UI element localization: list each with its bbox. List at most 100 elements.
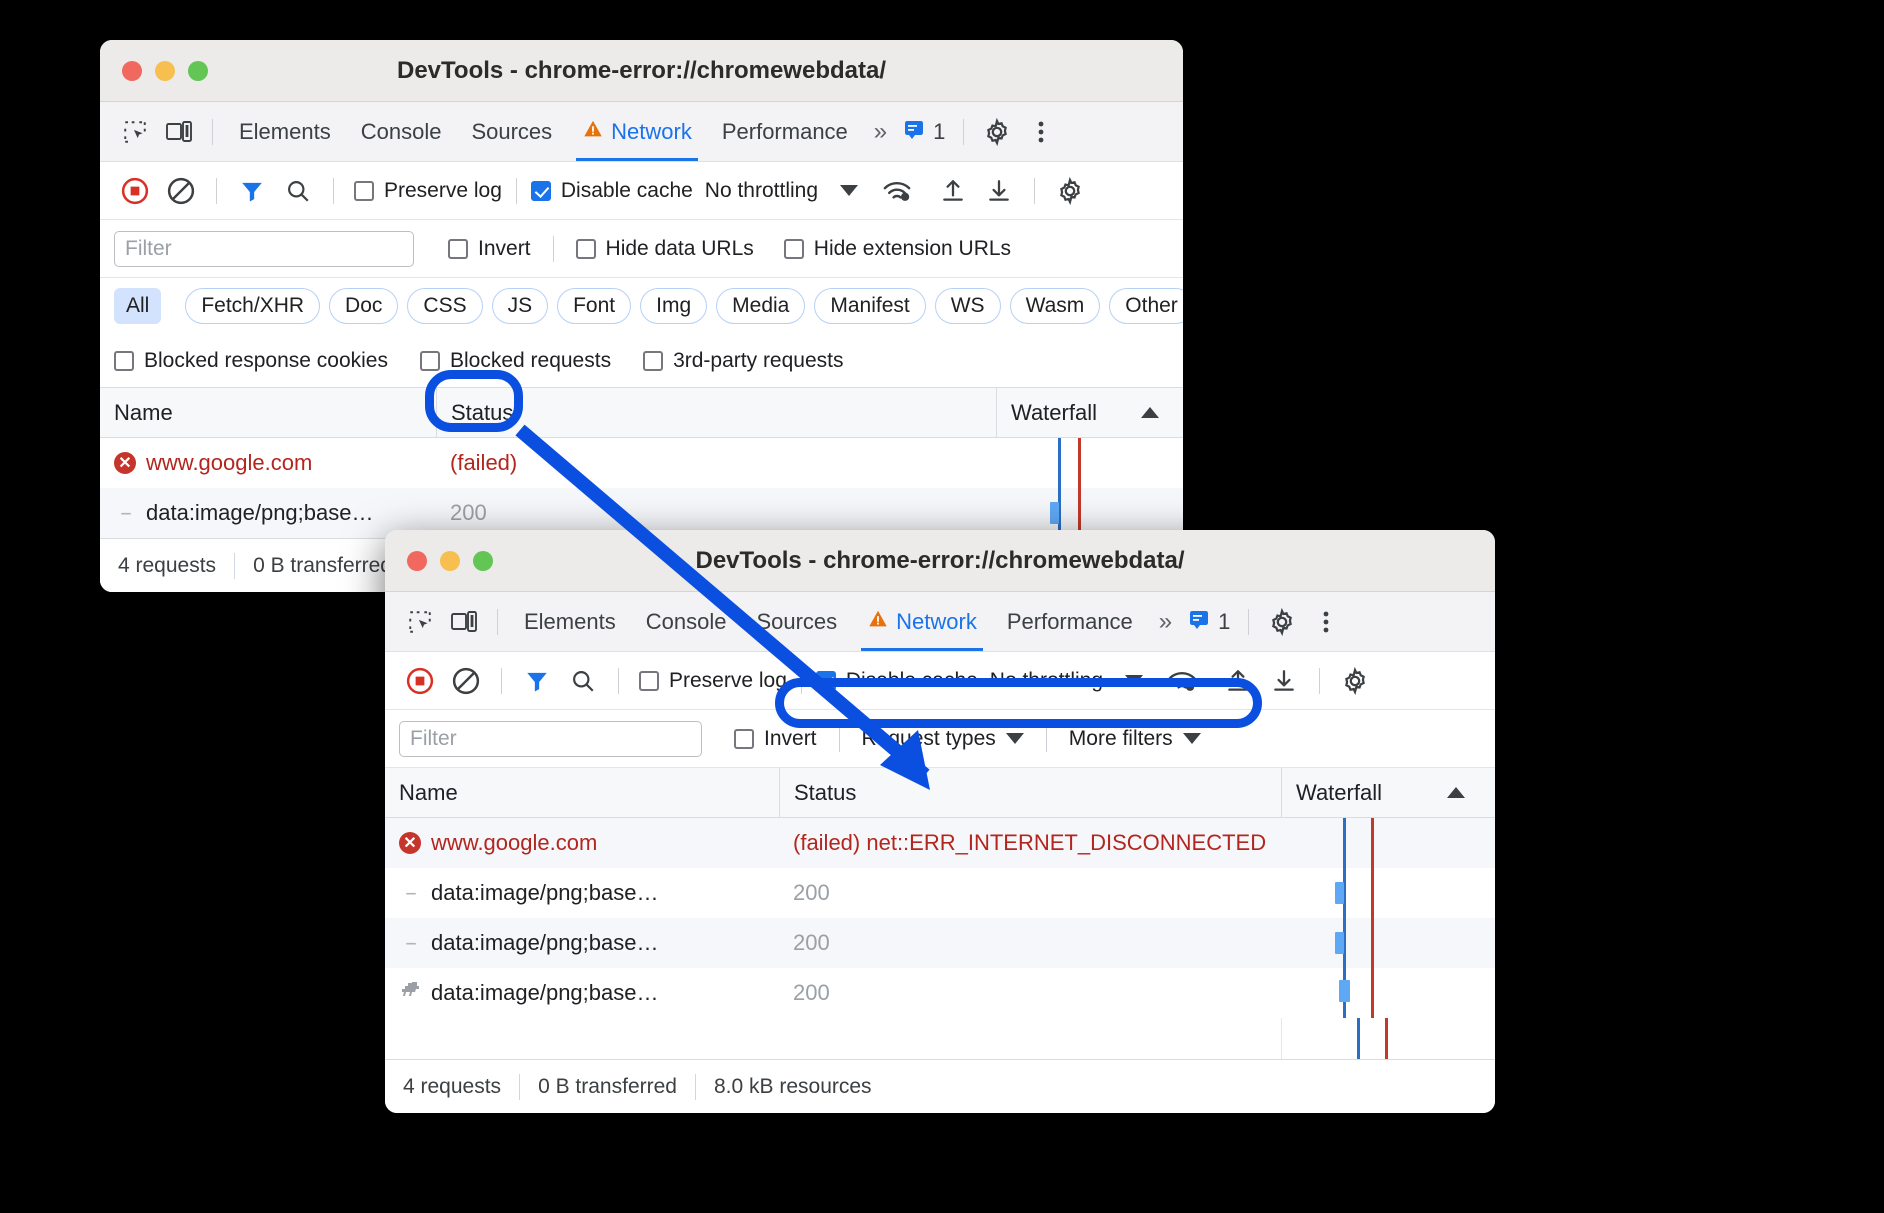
console-message-count[interactable]: 1	[896, 117, 951, 147]
more-options-icon[interactable]	[1305, 601, 1347, 643]
blocked-requests-checkbox[interactable]: Blocked requests	[420, 349, 611, 373]
invert-box[interactable]	[448, 239, 468, 259]
throttling-chevron-down-icon[interactable]	[840, 185, 858, 196]
column-header-waterfall[interactable]: Waterfall	[1281, 768, 1495, 817]
tab-network[interactable]: Network	[568, 103, 706, 161]
minimize-window-button[interactable]	[440, 551, 460, 571]
tab-performance[interactable]: Performance	[708, 103, 862, 161]
request-table-header-front[interactable]: Name Status Waterfall	[385, 768, 1495, 818]
maximize-window-button[interactable]	[188, 61, 208, 81]
hide-extension-urls-checkbox[interactable]: Hide extension URLs	[784, 237, 1011, 261]
type-pill-css[interactable]: CSS	[407, 288, 482, 324]
filter-funnel-icon[interactable]	[516, 660, 558, 702]
type-pill-doc[interactable]: Doc	[329, 288, 398, 324]
filter-bar-back[interactable]: Filter Invert Hide data URLs Hide extens…	[100, 220, 1183, 278]
extra-filter-checkboxes[interactable]: Blocked response cookies Blocked request…	[100, 334, 1183, 388]
search-icon[interactable]	[562, 660, 604, 702]
clear-network-log-icon[interactable]	[160, 170, 202, 212]
import-har-icon[interactable]	[1217, 660, 1259, 702]
column-header-waterfall[interactable]: Waterfall	[996, 388, 1183, 437]
request-table-header-back[interactable]: Name Status Waterfall	[100, 388, 1183, 438]
inspect-element-icon[interactable]	[399, 601, 441, 643]
type-pill-js[interactable]: JS	[492, 288, 549, 324]
type-pill-all[interactable]: All	[114, 288, 161, 324]
disable-cache-checkbox[interactable]: Disable cache	[816, 669, 978, 693]
search-icon[interactable]	[277, 170, 319, 212]
more-filters-dropdown[interactable]: More filters	[1069, 727, 1201, 751]
table-row[interactable]: -- data:image/png;base… 200	[385, 868, 1495, 918]
traffic-lights-back[interactable]	[100, 61, 208, 81]
settings-gear-icon[interactable]	[1261, 601, 1303, 643]
disable-cache-box[interactable]	[816, 671, 836, 691]
export-har-icon[interactable]	[1263, 660, 1305, 702]
type-pill-fetch-xhr[interactable]: Fetch/XHR	[185, 288, 320, 324]
import-har-icon[interactable]	[932, 170, 974, 212]
minimize-window-button[interactable]	[155, 61, 175, 81]
close-window-button[interactable]	[122, 61, 142, 81]
hide-data-urls-checkbox[interactable]: Hide data URLs	[576, 237, 754, 261]
network-settings-gear-icon[interactable]	[1334, 660, 1376, 702]
network-toolbar-front[interactable]: Preserve log Disable cache No throttling	[385, 652, 1495, 710]
invert-checkbox[interactable]: Invert	[448, 237, 531, 261]
preserve-log-checkbox[interactable]: Preserve log	[639, 669, 787, 693]
column-header-name[interactable]: Name	[385, 768, 779, 817]
export-har-icon[interactable]	[978, 170, 1020, 212]
blocked-response-cookies-checkbox[interactable]: Blocked response cookies	[114, 349, 388, 373]
devtools-window-back[interactable]: DevTools - chrome-error://chromewebdata/…	[100, 40, 1183, 592]
devtools-window-front[interactable]: DevTools - chrome-error://chromewebdata/…	[385, 530, 1495, 1113]
type-pill-media[interactable]: Media	[716, 288, 805, 324]
devtools-tabstrip-back[interactable]: Elements Console Sources Network Perform…	[100, 102, 1183, 162]
network-toolbar-back[interactable]: Preserve log Disable cache No throttling	[100, 162, 1183, 220]
blocked-requests-box[interactable]	[420, 351, 440, 371]
type-pill-wasm[interactable]: Wasm	[1010, 288, 1101, 324]
record-stop-icon[interactable]	[399, 660, 441, 702]
filter-bar-front[interactable]: Filter Invert Request types More filters	[385, 710, 1495, 768]
close-window-button[interactable]	[407, 551, 427, 571]
device-toolbar-icon[interactable]	[158, 111, 200, 153]
throttling-value[interactable]: No throttling	[982, 669, 1103, 693]
tab-elements[interactable]: Elements	[225, 103, 345, 161]
throttling-chevron-down-icon[interactable]	[1125, 675, 1143, 686]
third-party-requests-checkbox[interactable]: 3rd-party requests	[643, 349, 843, 373]
table-row[interactable]: data:image/png;base… 200	[385, 968, 1495, 1018]
type-pill-manifest[interactable]: Manifest	[814, 288, 925, 324]
invert-checkbox[interactable]: Invert	[734, 727, 817, 751]
table-row[interactable]: ✕ www.google.com (failed)	[100, 438, 1183, 488]
tab-performance[interactable]: Performance	[993, 593, 1147, 651]
blocked-response-cookies-box[interactable]	[114, 351, 134, 371]
table-row[interactable]: ✕ www.google.com (failed) net::ERR_INTER…	[385, 818, 1495, 868]
type-pill-img[interactable]: Img	[640, 288, 707, 324]
type-pill-font[interactable]: Font	[557, 288, 631, 324]
filter-input[interactable]: Filter	[114, 231, 414, 267]
tab-console[interactable]: Console	[347, 103, 456, 161]
clear-network-log-icon[interactable]	[445, 660, 487, 702]
traffic-lights-front[interactable]	[385, 551, 493, 571]
type-pill-other[interactable]: Other	[1109, 288, 1183, 324]
request-types-dropdown[interactable]: Request types	[862, 727, 1024, 751]
hide-data-urls-box[interactable]	[576, 239, 596, 259]
filter-input[interactable]: Filter	[399, 721, 702, 757]
maximize-window-button[interactable]	[473, 551, 493, 571]
table-row[interactable]: -- data:image/png;base… 200	[385, 918, 1495, 968]
invert-box[interactable]	[734, 729, 754, 749]
disable-cache-checkbox[interactable]: Disable cache	[531, 179, 693, 203]
filter-funnel-icon[interactable]	[231, 170, 273, 212]
more-tabs-icon[interactable]: »	[864, 118, 894, 146]
network-conditions-wifi-icon[interactable]	[876, 170, 918, 212]
tab-elements[interactable]: Elements	[510, 593, 630, 651]
disable-cache-box[interactable]	[531, 181, 551, 201]
column-header-status[interactable]: Status	[436, 388, 996, 437]
third-party-requests-box[interactable]	[643, 351, 663, 371]
tab-sources[interactable]: Sources	[742, 593, 851, 651]
type-pill-ws[interactable]: WS	[935, 288, 1001, 324]
preserve-log-box[interactable]	[639, 671, 659, 691]
console-message-count[interactable]: 1	[1181, 607, 1236, 637]
preserve-log-checkbox[interactable]: Preserve log	[354, 179, 502, 203]
more-tabs-icon[interactable]: »	[1149, 608, 1179, 636]
tab-network[interactable]: Network	[853, 593, 991, 651]
record-stop-icon[interactable]	[114, 170, 156, 212]
network-settings-gear-icon[interactable]	[1049, 170, 1091, 212]
more-options-icon[interactable]	[1020, 111, 1062, 153]
inspect-element-icon[interactable]	[114, 111, 156, 153]
devtools-tabstrip-front[interactable]: Elements Console Sources Network Perform…	[385, 592, 1495, 652]
